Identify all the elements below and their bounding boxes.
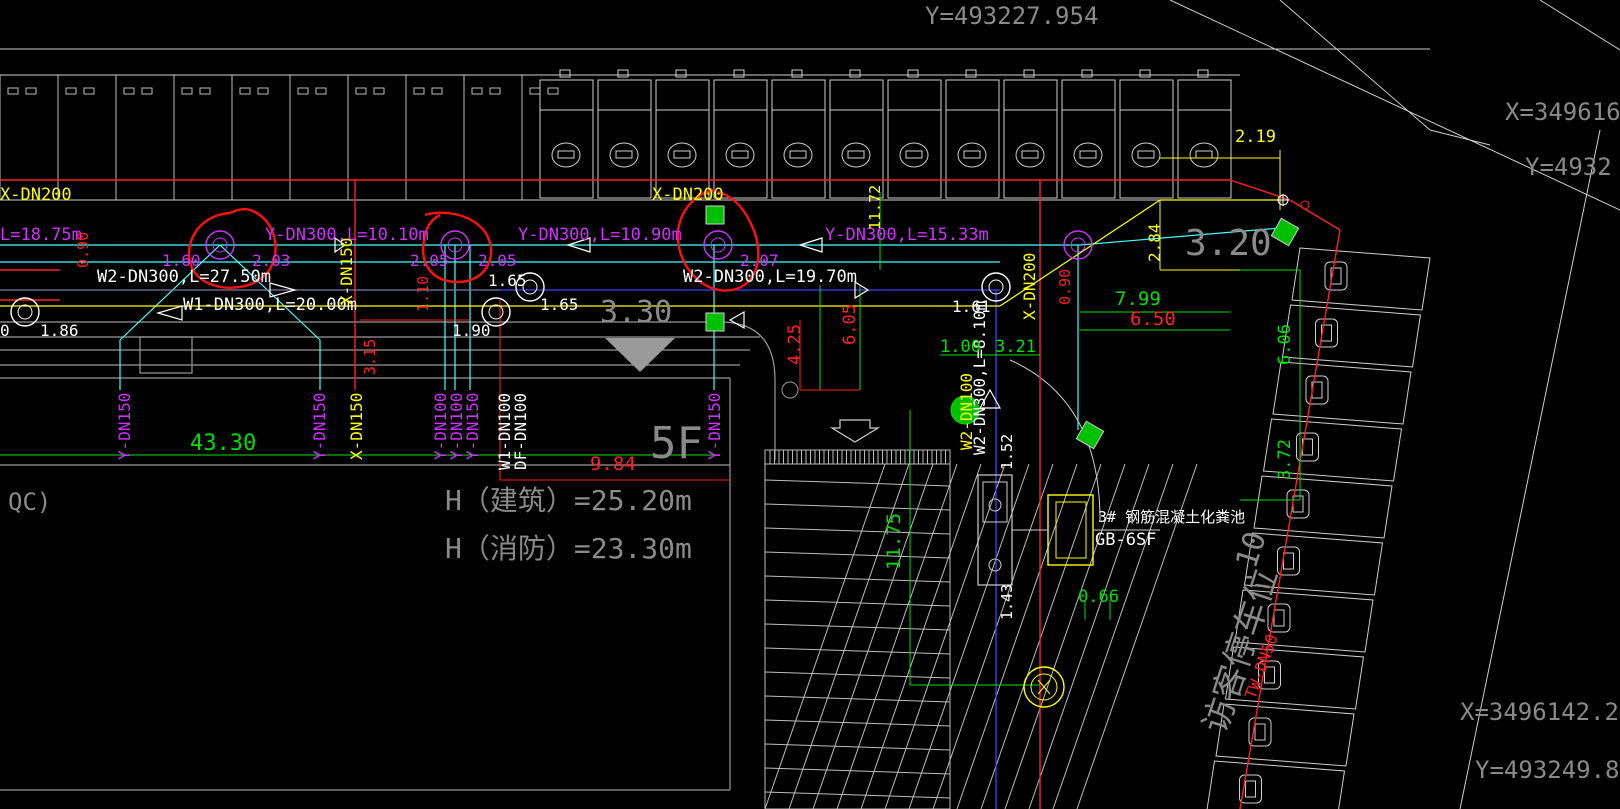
dim-1-61: 1.61 <box>952 297 991 316</box>
coord-y-top: Y=493227.954 <box>925 2 1098 30</box>
dim-1-00: 1.00 <box>940 337 981 357</box>
dim-1-52: 1.52 <box>998 434 1016 470</box>
dim-1-65b: 1.65 <box>540 295 579 314</box>
qc-label: QC) <box>8 488 51 516</box>
pipe-label-y-dn300-15-33: Y-DN300,L=15.33m <box>825 225 989 245</box>
floors-label: 5F <box>650 418 703 469</box>
dim-0-left: 0 <box>0 321 10 340</box>
dim-11-75: 11.75 <box>883 513 905 570</box>
dim-1-60: 1.60 <box>162 251 201 270</box>
septic-label: 3# 钢筋混凝土化粪池 <box>1098 508 1245 526</box>
pipe-label-y-dn150-d: Y-DN150 <box>705 393 724 460</box>
dim-0-90: 0.90 <box>74 232 92 268</box>
dim-1-90: 1.90 <box>452 321 491 340</box>
pipe-label-w2-dn100: W2-DN100 <box>957 373 976 450</box>
dim-7-99: 7.99 <box>1115 288 1161 310</box>
dim-2-19: 2.19 <box>1235 127 1276 147</box>
pipe-label-y-dn150-a: Y-DN150 <box>115 393 134 460</box>
pipe-label-w2-27-50: W2-DN300,L=27.50m <box>97 267 271 287</box>
coord-x-right-top: X=349616 <box>1505 98 1620 126</box>
pipe-label-y-dn300-10-90: Y-DN300,L=10.90m <box>518 225 682 245</box>
dim-3-21: 3.21 <box>995 337 1036 357</box>
pipe-label-y-dn150-c: Y-DN150 <box>463 393 482 460</box>
elev-3-20: 3.20 <box>1185 223 1272 264</box>
pipe-label-w2-19-70: W2-DN300,L=19.70m <box>683 267 857 287</box>
dim-0-66: 0.66 <box>1078 587 1119 607</box>
coord-x-right-bottom: X=3496142.20 <box>1460 698 1620 726</box>
coord-y-right-top: Y=4932 <box>1525 153 1612 181</box>
cad-drawing-canvas[interactable]: Y=493227.954 X=349616 Y=4932 X=3496142.20 Y=… <box>0 0 1620 809</box>
dim-3-15: 3.15 <box>361 339 379 375</box>
dim-6-05: 6.05 <box>840 304 860 345</box>
pipe-label-x-dn200-right: X-DN200 <box>1020 253 1039 320</box>
pipe-label-x-dn200-mid: X-DN200 <box>652 185 724 205</box>
coord-y-right-bottom: Y=493249.82 <box>1475 756 1620 784</box>
dim-2-03: 2.03 <box>252 251 291 270</box>
height-fire: H（消防）=23.30m <box>445 532 692 565</box>
dim-1-10: 1.10 <box>414 276 432 312</box>
dim-2-84: 2.84 <box>1145 223 1164 262</box>
pipe-label-l-18-75: L=18.75m <box>0 225 82 245</box>
pipe-label-x-dn150-a: X-DN150 <box>337 238 356 305</box>
dim-9-84: 9.84 <box>590 453 636 475</box>
dim-3-72: 3.72 <box>1275 439 1295 480</box>
pipe-label-x-dn200-left: X-DN200 <box>0 185 72 205</box>
dim-43-30: 43.30 <box>190 431 256 456</box>
pipe-label-y-dn150-b: Y-DN150 <box>310 393 329 460</box>
dim-4-25: 4.25 <box>785 324 805 365</box>
dim-6-06: 6.06 <box>1275 324 1295 365</box>
pipe-label-df-dn100: DF-DN100 <box>511 393 530 470</box>
dim-1-43: 1.43 <box>998 584 1016 620</box>
dim-11-72: 11.72 <box>866 185 884 230</box>
dim-1-65a: 1.65 <box>488 271 527 290</box>
elev-3-30: 3.30 <box>600 295 672 330</box>
dim-2-07: 2.07 <box>740 251 779 270</box>
dim-0-90b: 0.90 <box>1056 269 1074 305</box>
height-arch: H（建筑）=25.20m <box>445 484 692 517</box>
dim-6-50: 6.50 <box>1130 308 1176 330</box>
septic-code: GB-6SF <box>1095 530 1156 550</box>
dim-2-05a: 2.05 <box>410 251 449 270</box>
dim-1-86: 1.86 <box>40 321 79 340</box>
dim-2-05b: 2.05 <box>478 251 517 270</box>
pipe-label-w1-20-00: W1-DN300,L=20.00m <box>183 295 357 315</box>
pipe-label-x-dn150-b: X-DN150 <box>347 393 366 460</box>
